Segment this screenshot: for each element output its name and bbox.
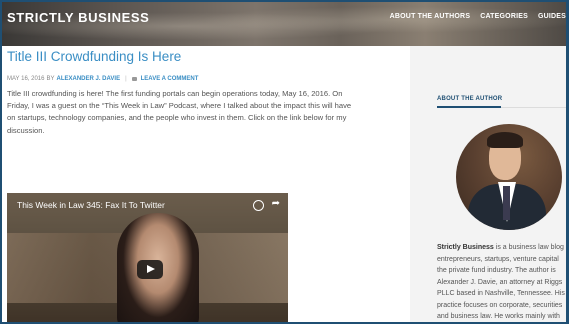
nav-categories[interactable]: CATEGORIES [480,13,528,20]
author-bio: Strictly Business is a business law blog… [437,242,566,322]
share-icon[interactable]: ➦ [272,199,280,209]
bio-line: Alexander J. Davie, an attorney at Riggs [437,278,563,286]
play-button[interactable] [137,260,163,279]
sidebar-divider-accent [437,106,501,108]
bio-line: is a business law blog [493,244,564,251]
author-avatar [456,124,562,230]
nav-about-the-authors[interactable]: ABOUT THE AUTHORS [390,13,471,20]
bio-blog-name: Strictly Business [437,244,494,251]
main-nav: ABOUT THE AUTHORS CATEGORIES GUIDES [380,13,566,20]
watch-later-icon[interactable] [253,200,264,211]
site-title-link[interactable]: STRICTLY BUSINESS [7,10,149,25]
leave-comment-link[interactable]: LEAVE A COMMENT [141,76,199,82]
sidebar-heading: ABOUT THE AUTHOR [437,96,503,102]
meta-separator: | [125,76,127,82]
bio-line: PLLC based in Nashville, Tennessee. His [437,290,565,297]
bio-line: practice focuses on corporate, securitie… [437,301,563,309]
post-title-link[interactable]: Title III Crowdfunding Is Here [7,49,181,64]
browser-viewport: STRICTLY BUSINESS ABOUT THE AUTHORS CATE… [2,2,566,322]
post-by: BY [46,76,55,82]
post-date: MAY 16, 2016 [7,76,45,82]
nav-guides[interactable]: GUIDES [538,13,566,20]
site-header: STRICTLY BUSINESS ABOUT THE AUTHORS CATE… [2,2,566,46]
video-embed[interactable]: This Week in Law 345: Fax It To Twitter … [7,193,288,322]
post-meta: MAY 16, 2016 BY ALEXANDER J. DAVIE | LEA… [7,76,198,82]
avatar-hair [487,132,523,148]
bio-line: and business law. He works mainly with [437,313,560,320]
comment-icon [131,77,137,81]
bio-line: the private fund industry. The author is [437,267,556,274]
bio-line: entrepreneurs, startups, venture capital [437,255,559,263]
post-body: Title III crowdfunding is here! The firs… [7,89,352,135]
avatar-tie [503,186,510,220]
video-title[interactable]: This Week in Law 345: Fax It To Twitter [17,200,165,210]
post-author-link[interactable]: ALEXANDER J. DAVIE [57,76,121,82]
